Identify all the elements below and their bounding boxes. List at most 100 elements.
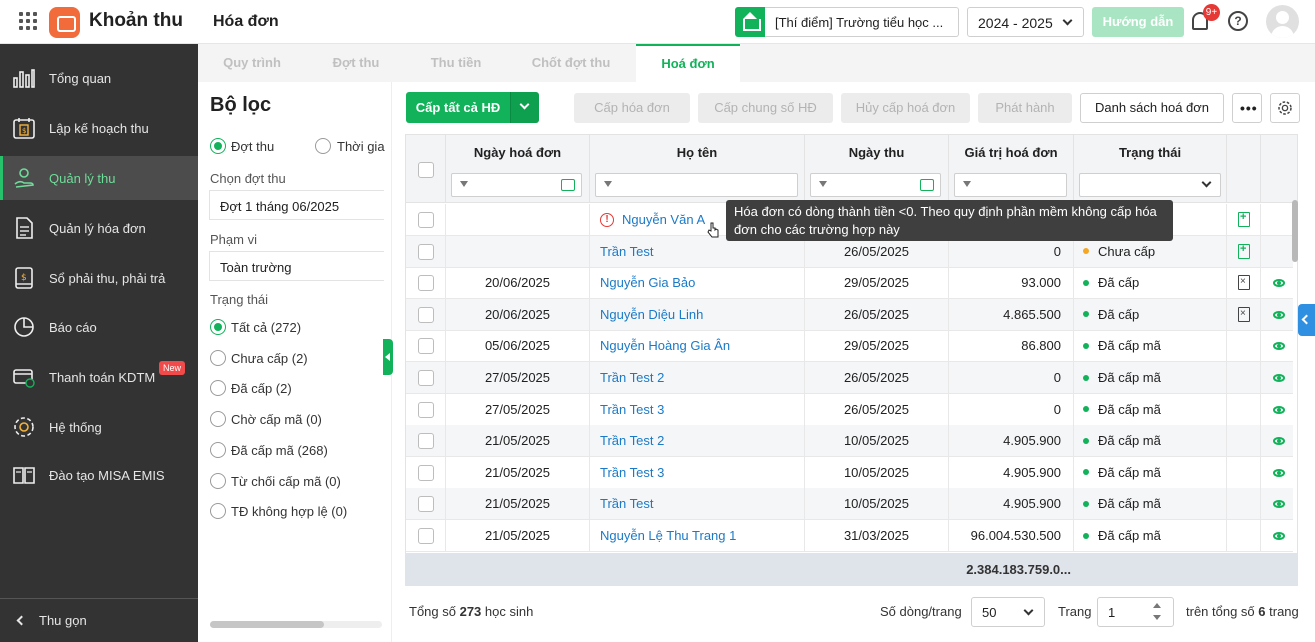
issue-all-dropdown[interactable] — [510, 92, 539, 123]
sidebar-item-ledger[interactable]: $ Sổ phải thu, phải trả — [0, 256, 198, 300]
student-name-cell[interactable]: Nguyễn Lệ Thu Trang 1 — [590, 520, 805, 552]
cancel-invoice-icon[interactable] — [1238, 274, 1250, 291]
settings-gear-icon[interactable] — [1270, 93, 1300, 123]
panel-toggle-handle[interactable] — [383, 339, 393, 375]
student-name-link[interactable]: Nguyễn Hoàng Gia Ân — [600, 338, 730, 353]
mode-time-radio[interactable] — [315, 138, 331, 154]
student-name-cell[interactable]: Trần Test 3 — [590, 456, 805, 489]
year-select[interactable]: 2024 - 2025 — [967, 7, 1084, 37]
app-grid-icon[interactable] — [19, 12, 37, 30]
sidebar-item-reports[interactable]: Báo cáo — [0, 305, 198, 349]
amount-filter[interactable] — [954, 173, 1067, 197]
tab-close-batch[interactable]: Chốt đợt thu — [506, 44, 636, 82]
eye-icon[interactable] — [1273, 279, 1285, 288]
tab-process[interactable]: Quy trình — [198, 44, 306, 82]
filter-scrollbar[interactable] — [210, 621, 382, 628]
status-radio-all[interactable] — [210, 319, 226, 335]
status-filter-select[interactable] — [1079, 173, 1221, 197]
student-name-link[interactable]: Nguyễn Lệ Thu Trang 1 — [600, 528, 736, 543]
sidebar-item-collection[interactable]: Quản lý thu — [0, 156, 198, 200]
student-name-cell[interactable]: Nguyễn Gia Bảo — [590, 267, 805, 300]
row-checkbox[interactable] — [418, 212, 434, 228]
table-row[interactable]: 21/05/2025 Nguyễn Lệ Thu Trang 1 31/03/202… — [406, 520, 1293, 552]
sidebar-item-overview[interactable]: Tổng quan — [0, 56, 198, 100]
row-checkbox[interactable] — [418, 433, 434, 450]
table-row[interactable]: 05/06/2025 Nguyễn Hoàng Gia Ân 29/05/2025 8… — [406, 330, 1293, 363]
tab-batch[interactable]: Đợt thu — [306, 44, 406, 82]
eye-icon[interactable] — [1273, 405, 1285, 414]
student-name-cell[interactable]: Trần Test 3 — [590, 393, 805, 426]
student-name-link[interactable]: Trần Test 3 — [600, 465, 664, 480]
cancel-invoice-button[interactable]: Hủy cấp hoá đơn — [841, 93, 970, 123]
cancel-invoice-icon[interactable] — [1238, 306, 1250, 322]
tab-payment[interactable]: Thu tiền — [406, 44, 506, 82]
status-radio-rejected[interactable] — [210, 473, 226, 489]
table-row[interactable]: 20/06/2025 Nguyễn Diệu Linh 26/05/2025 4.86… — [406, 298, 1293, 331]
row-checkbox[interactable] — [418, 243, 434, 260]
create-invoice-icon[interactable] — [1238, 210, 1250, 227]
student-name-link[interactable]: Trần Test 2 — [600, 433, 664, 448]
school-icon[interactable] — [735, 7, 765, 37]
calendar-icon[interactable] — [920, 179, 934, 191]
status-radio-pending-code[interactable] — [210, 411, 226, 427]
table-vertical-scrollbar[interactable] — [1292, 200, 1298, 262]
student-name-link[interactable]: Nguyễn Diệu Linh — [600, 307, 703, 322]
student-name-cell[interactable]: Trần Test 2 — [590, 425, 805, 458]
student-name-cell[interactable]: Nguyễn Diệu Linh — [590, 298, 805, 331]
table-row[interactable]: 21/05/2025 Trần Test 10/05/2025 4.905.900 Đã… — [406, 488, 1293, 521]
student-name-link[interactable]: Trần Test 2 — [600, 370, 664, 385]
row-checkbox[interactable] — [418, 338, 434, 355]
table-row[interactable]: 27/05/2025 Trần Test 2 26/05/2025 0 Đã cấp m… — [406, 362, 1293, 394]
invoice-list-button[interactable]: Danh sách hoá đơn — [1080, 93, 1224, 123]
batch-select[interactable]: Đợt 1 tháng 06/2025 — [209, 190, 384, 220]
eye-icon[interactable] — [1273, 310, 1285, 319]
create-invoice-icon[interactable] — [1238, 242, 1250, 259]
sidebar-item-planning[interactable]: $ Lập kế hoạch thu — [0, 106, 198, 150]
error-icon[interactable]: ! — [600, 212, 614, 227]
invoice-date-filter[interactable] — [451, 173, 582, 197]
more-options-icon[interactable]: ••• — [1232, 93, 1262, 123]
status-radio-invalid[interactable] — [210, 503, 226, 519]
table-row[interactable]: 21/05/2025 Trần Test 3 10/05/2025 4.905.900… — [406, 456, 1293, 489]
student-name-link[interactable]: Nguyễn Gia Bảo — [600, 275, 695, 290]
name-filter[interactable] — [595, 173, 798, 197]
student-name-cell[interactable]: Trần Test — [590, 488, 805, 521]
eye-icon[interactable] — [1273, 342, 1285, 351]
stepper-down-icon[interactable] — [1153, 615, 1161, 620]
row-checkbox[interactable] — [418, 496, 434, 513]
student-name-cell[interactable]: Nguyễn Hoàng Gia Ân — [590, 330, 805, 363]
eye-icon[interactable] — [1273, 500, 1285, 509]
student-name-link[interactable]: Trần Test 3 — [600, 402, 664, 417]
select-all-checkbox[interactable] — [418, 162, 434, 178]
issue-invoice-button[interactable]: Cấp hóa đơn — [574, 93, 690, 123]
table-row[interactable]: 20/06/2025 Nguyễn Gia Bảo 29/05/2025 93.000… — [406, 267, 1293, 300]
publish-button[interactable]: Phát hành — [978, 93, 1072, 123]
row-checkbox[interactable] — [418, 528, 434, 544]
eye-icon[interactable] — [1273, 374, 1285, 382]
page-number-input[interactable]: 1 — [1097, 597, 1174, 627]
student-name-cell[interactable]: Trần Test 2 — [590, 362, 805, 394]
school-select[interactable]: [Thí điểm] Trường tiểu học ... — [765, 7, 959, 37]
issue-common-number-button[interactable]: Cấp chung số HĐ — [698, 93, 833, 123]
status-radio-coded[interactable] — [210, 442, 226, 458]
eye-icon[interactable] — [1273, 437, 1285, 446]
eye-icon[interactable] — [1273, 532, 1285, 540]
guide-button[interactable]: Hướng dẫn — [1092, 7, 1184, 37]
student-name-link[interactable]: Nguyễn Văn A — [622, 212, 705, 227]
scope-select[interactable]: Toàn trường — [209, 251, 384, 281]
row-checkbox[interactable] — [418, 401, 434, 418]
pay-date-filter[interactable] — [810, 173, 941, 197]
sidebar-item-training[interactable]: Đào tạo MISA EMIS — [0, 453, 198, 497]
issue-all-button[interactable]: Cấp tất cả HĐ — [406, 92, 510, 123]
row-checkbox[interactable] — [418, 464, 434, 481]
row-checkbox[interactable] — [418, 370, 434, 386]
student-name-link[interactable]: Trần Test — [600, 496, 653, 511]
student-name-link[interactable]: Trần Test — [600, 244, 653, 259]
collapse-button[interactable]: Thu gọn — [0, 598, 198, 642]
calendar-icon[interactable] — [561, 179, 575, 191]
sidebar-item-system[interactable]: Hệ thống — [0, 405, 198, 449]
stepper-up-icon[interactable] — [1153, 603, 1161, 608]
status-radio-issued[interactable] — [210, 380, 226, 396]
sidebar-item-invoices[interactable]: Quản lý hóa đơn — [0, 206, 198, 250]
avatar[interactable] — [1266, 5, 1299, 38]
